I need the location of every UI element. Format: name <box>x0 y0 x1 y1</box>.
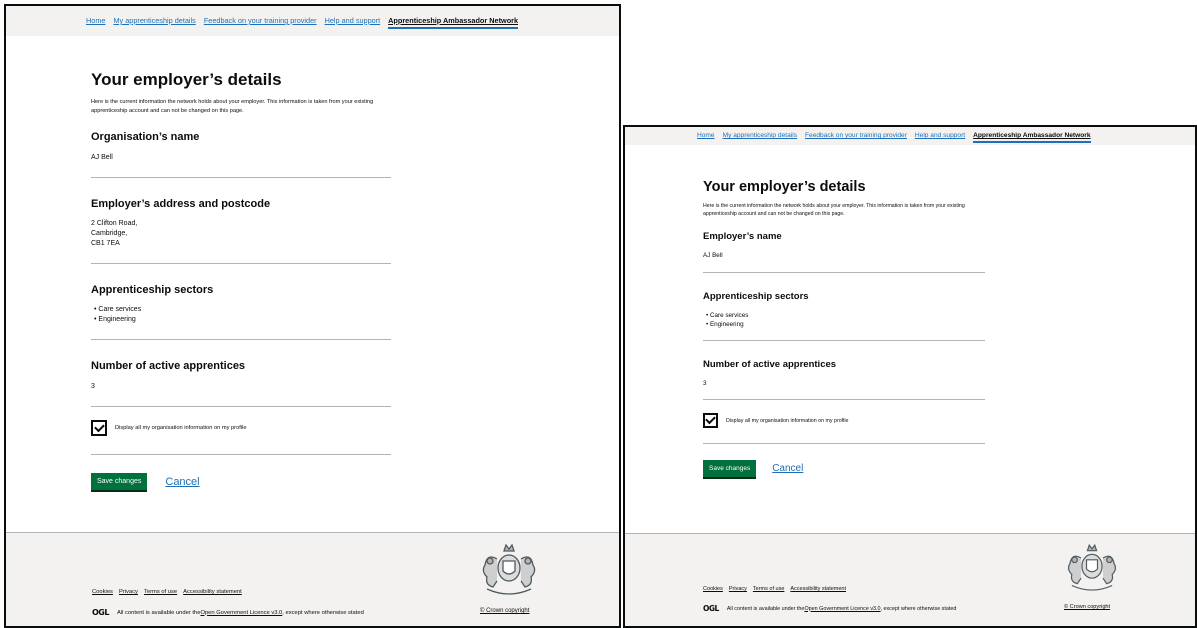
ogl-logo: OGL <box>92 608 109 617</box>
save-changes-button[interactable]: Save changes <box>91 473 148 490</box>
nav-item-ambassador-network[interactable]: Apprenticeship Ambassador Network <box>973 132 1091 143</box>
licence-link[interactable]: Open Government Licence v3.0 <box>200 610 282 616</box>
footer-links: Cookies Privacy Terms of use Accessibili… <box>92 589 248 595</box>
intro-text: Here is the current information the netw… <box>703 203 965 217</box>
address-heading: Employer’s address and postcode <box>91 198 271 210</box>
apprentices-heading: Number of active apprentices <box>703 359 837 370</box>
nav-item-apprenticeship-details[interactable]: My apprenticeship details <box>723 132 797 143</box>
save-changes-button[interactable]: Save changes <box>703 460 757 477</box>
employer-section: Employer’s name AJ Bell <box>703 231 983 260</box>
footer-link-accessibility[interactable]: Accessibility statement <box>183 589 242 595</box>
checkbox-label[interactable]: Display all my organisation information … <box>115 425 247 431</box>
section-divider <box>703 340 985 341</box>
footer-link-privacy[interactable]: Privacy <box>119 589 138 595</box>
apprentices-section: Number of active apprentices 3 <box>703 359 983 388</box>
top-navigation: Home My apprenticeship details Feedback … <box>6 6 619 36</box>
nav-item-home[interactable]: Home <box>86 16 105 29</box>
licence-prefix: All content is available under the <box>726 605 805 612</box>
sectors-list: Care services Engineering <box>706 311 983 329</box>
footer-link-accessibility[interactable]: Accessibility statement <box>790 586 846 592</box>
form-actions: Save changes Cancel <box>91 473 391 490</box>
main-content: Your employer’s details Here is the curr… <box>703 179 985 477</box>
main-content: Your employer’s details Here is the curr… <box>91 70 391 490</box>
crown-copyright-link[interactable]: © Crown copyright <box>1064 604 1110 610</box>
organisation-section: Organisation’s name AJ Bell <box>91 131 391 163</box>
footer-link-terms[interactable]: Terms of use <box>753 586 784 592</box>
licence-statement: OGL All content is available under the O… <box>92 608 364 617</box>
sectors-section: Apprenticeship sectors Care services Eng… <box>703 291 983 329</box>
cancel-link[interactable]: Cancel <box>772 463 803 474</box>
top-navigation: Home My apprenticeship details Feedback … <box>625 127 1195 145</box>
ogl-logo: OGL <box>703 604 719 613</box>
royal-coat-of-arms-icon <box>1067 543 1117 591</box>
page-title: Your employer’s details <box>703 179 866 195</box>
employer-heading: Employer’s name <box>703 231 782 242</box>
section-divider <box>91 263 391 264</box>
footer-link-cookies[interactable]: Cookies <box>92 589 113 595</box>
nav-list: Home My apprenticeship details Feedback … <box>86 16 526 29</box>
checkmark-icon <box>93 421 105 432</box>
form-actions: Save changes Cancel <box>703 460 983 477</box>
section-divider <box>703 272 985 273</box>
address-block: 2 Clifton Road, Cambridge, CB1 7EA <box>91 219 391 249</box>
nav-item-help[interactable]: Help and support <box>325 16 381 29</box>
footer-link-terms[interactable]: Terms of use <box>144 589 177 595</box>
cancel-link[interactable]: Cancel <box>165 476 199 488</box>
nav-list: Home My apprenticeship details Feedback … <box>697 132 1099 143</box>
site-footer: Cookies Privacy Terms of use Accessibili… <box>625 533 1195 626</box>
organisation-name: AJ Bell <box>91 154 113 161</box>
site-footer: Cookies Privacy Terms of use Accessibili… <box>6 532 619 626</box>
screenshot-panel-1: Home My apprenticeship details Feedback … <box>4 4 621 628</box>
licence-suffix: , except where otherwise stated <box>282 609 364 616</box>
royal-coat-of-arms-icon <box>482 543 536 595</box>
nav-item-apprenticeship-details[interactable]: My apprenticeship details <box>113 16 195 29</box>
screenshot-panel-2: Home My apprenticeship details Feedback … <box>623 125 1197 628</box>
licence-prefix: All content is available under the <box>116 609 201 616</box>
list-item: Care services <box>706 311 983 320</box>
section-divider <box>703 399 985 400</box>
nav-item-ambassador-network[interactable]: Apprenticeship Ambassador Network <box>388 16 519 29</box>
address-line-2: Cambridge, <box>91 230 128 237</box>
licence-statement: OGL All content is available under the O… <box>703 604 956 613</box>
sectors-heading: Apprenticeship sectors <box>91 284 214 296</box>
apprentices-section: Number of active apprentices 3 <box>91 360 391 392</box>
display-info-checkbox-row: Display all my organisation information … <box>703 413 983 428</box>
section-divider <box>703 443 985 444</box>
checkbox-label[interactable]: Display all my organisation information … <box>726 418 848 424</box>
intro-text: Here is the current information the netw… <box>91 99 374 114</box>
footer-link-privacy[interactable]: Privacy <box>729 586 747 592</box>
nav-item-home[interactable]: Home <box>697 132 715 143</box>
apprentices-heading: Number of active apprentices <box>91 360 246 372</box>
list-item: Engineering <box>706 320 983 329</box>
footer-links: Cookies Privacy Terms of use Accessibili… <box>703 586 852 592</box>
list-item: Care services <box>94 305 391 315</box>
display-info-checkbox-row: Display all my organisation information … <box>91 420 391 436</box>
address-section: Employer’s address and postcode 2 Clifto… <box>91 198 391 249</box>
list-item: Engineering <box>94 315 391 325</box>
sectors-heading: Apprenticeship sectors <box>703 291 809 302</box>
apprentices-count: 3 <box>91 383 95 390</box>
display-info-checkbox[interactable] <box>91 420 107 436</box>
nav-item-help[interactable]: Help and support <box>915 132 965 143</box>
crown-copyright-link[interactable]: © Crown copyright <box>480 608 529 614</box>
section-divider <box>91 177 391 178</box>
employer-name: AJ Bell <box>703 252 723 259</box>
footer-link-cookies[interactable]: Cookies <box>703 586 723 592</box>
organisation-heading: Organisation’s name <box>91 131 200 143</box>
address-postcode: CB1 7EA <box>91 240 120 247</box>
display-info-checkbox[interactable] <box>703 413 718 428</box>
page-title: Your employer’s details <box>91 70 282 89</box>
licence-suffix: , except where otherwise stated <box>880 605 957 612</box>
section-divider <box>91 406 391 407</box>
address-line-1: 2 Clifton Road, <box>91 220 138 227</box>
nav-item-feedback[interactable]: Feedback on your training provider <box>805 132 907 143</box>
checkmark-icon <box>705 413 716 425</box>
sectors-list: Care services Engineering <box>94 305 391 325</box>
licence-link[interactable]: Open Government Licence v3.0 <box>804 606 880 612</box>
section-divider <box>91 454 391 455</box>
sectors-section: Apprenticeship sectors Care services Eng… <box>91 284 391 325</box>
apprentices-count: 3 <box>703 380 707 387</box>
nav-item-feedback[interactable]: Feedback on your training provider <box>204 16 317 29</box>
section-divider <box>91 339 391 340</box>
